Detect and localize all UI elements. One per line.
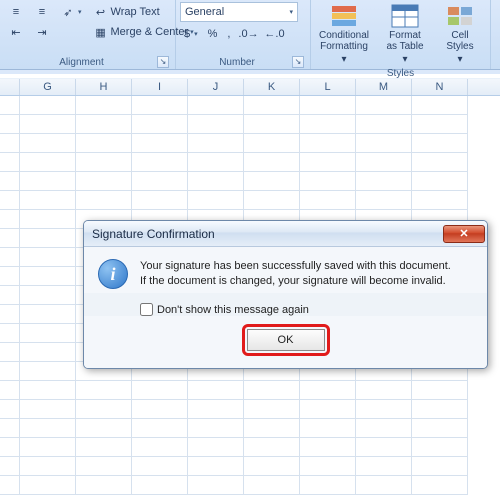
format-as-table-button[interactable]: Format as Table▾ — [376, 2, 434, 67]
dialog-message: Your signature has been successfully sav… — [140, 259, 451, 289]
merge-center-icon: ▦ — [93, 24, 109, 40]
number-format-value: General — [185, 6, 224, 18]
wrap-text-button[interactable]: ↩ Wrap Text — [89, 2, 185, 22]
close-button[interactable]: ✕ — [443, 225, 485, 243]
decrease-indent-icon: ⇤ — [8, 24, 24, 40]
alignment-dialog-launcher[interactable]: ↘ — [157, 56, 169, 68]
info-icon: i — [98, 259, 128, 289]
conditional-formatting-icon — [330, 4, 358, 28]
increase-decimal-button[interactable]: .0→ — [236, 24, 260, 44]
ribbon-group-styles: Conditional Formatting▾ Format as Table▾… — [311, 0, 491, 69]
ribbon: ≡ ≡ ➶▾ ⇤ ⇥ ↩ Wrap Text ▦ Merge & Center … — [0, 0, 500, 70]
align-top-button[interactable]: ≡ — [4, 2, 28, 22]
decrease-indent-button[interactable]: ⇤ — [4, 22, 28, 42]
column-header[interactable]: N — [412, 79, 468, 95]
percent-button[interactable]: % — [204, 24, 222, 44]
column-header[interactable]: L — [300, 79, 356, 95]
column-header[interactable]: G — [20, 79, 76, 95]
cell-styles-label: Cell Styles — [446, 30, 473, 52]
signature-confirmation-dialog: Signature Confirmation ✕ i Your signatur… — [83, 220, 488, 369]
dialog-message-line1: Your signature has been successfully sav… — [140, 259, 451, 274]
comma-button[interactable]: , — [223, 24, 234, 44]
column-header[interactable]: M — [356, 79, 412, 95]
column-header[interactable]: I — [132, 79, 188, 95]
dialog-title: Signature Confirmation — [92, 227, 215, 241]
percent-icon: % — [208, 28, 218, 40]
ribbon-group-number: General ▾ $▾ % , .0→ ←.0 Number ↘ — [176, 0, 311, 69]
comma-icon: , — [227, 28, 230, 40]
ok-highlight: OK — [242, 324, 330, 356]
currency-icon: $ — [184, 28, 190, 40]
ok-button[interactable]: OK — [247, 329, 325, 351]
decrease-decimal-button[interactable]: ←.0 — [262, 24, 286, 44]
orientation-icon: ➶ — [60, 4, 76, 20]
column-header[interactable]: J — [188, 79, 244, 95]
conditional-formatting-button[interactable]: Conditional Formatting▾ — [315, 2, 373, 67]
dialog-titlebar[interactable]: Signature Confirmation ✕ — [84, 221, 487, 247]
currency-button[interactable]: $▾ — [180, 24, 202, 44]
orientation-button[interactable]: ➶▾ — [56, 2, 86, 22]
wrap-text-label: Wrap Text — [111, 6, 160, 18]
increase-indent-icon: ⇥ — [34, 24, 50, 40]
number-group-label: Number — [182, 57, 292, 68]
dialog-message-line2: If the document is changed, your signatu… — [140, 274, 451, 289]
cell-styles-button[interactable]: Cell Styles▾ — [437, 2, 483, 67]
dialog-button-row: OK — [84, 316, 487, 368]
align-top-icon: ≡ — [8, 4, 24, 20]
wrap-text-icon: ↩ — [93, 4, 109, 20]
decrease-decimal-icon: ←.0 — [266, 26, 282, 42]
align-middle-button[interactable]: ≡ — [30, 2, 54, 22]
number-dialog-launcher[interactable]: ↘ — [292, 56, 304, 68]
number-format-select[interactable]: General ▾ — [180, 2, 298, 22]
increase-decimal-icon: .0→ — [240, 26, 256, 42]
increase-indent-button[interactable]: ⇥ — [30, 22, 54, 42]
align-middle-icon: ≡ — [34, 4, 50, 20]
alignment-group-label: Alignment — [6, 57, 157, 68]
dialog-body: i Your signature has been successfully s… — [84, 247, 487, 293]
dont-show-checkbox[interactable] — [140, 303, 153, 316]
format-as-table-icon — [391, 4, 419, 28]
column-header[interactable]: K — [244, 79, 300, 95]
conditional-formatting-label: Conditional Formatting — [319, 30, 369, 52]
styles-group-label: Styles — [317, 68, 484, 79]
close-icon: ✕ — [459, 227, 468, 240]
column-headers: G H I J K L M N — [0, 78, 500, 96]
column-header[interactable]: H — [76, 79, 132, 95]
format-as-table-label: Format as Table — [386, 30, 423, 52]
cell-styles-icon — [446, 4, 474, 28]
dont-show-label: Don't show this message again — [157, 304, 309, 316]
ribbon-group-alignment: ≡ ≡ ➶▾ ⇤ ⇥ ↩ Wrap Text ▦ Merge & Center … — [0, 0, 176, 69]
